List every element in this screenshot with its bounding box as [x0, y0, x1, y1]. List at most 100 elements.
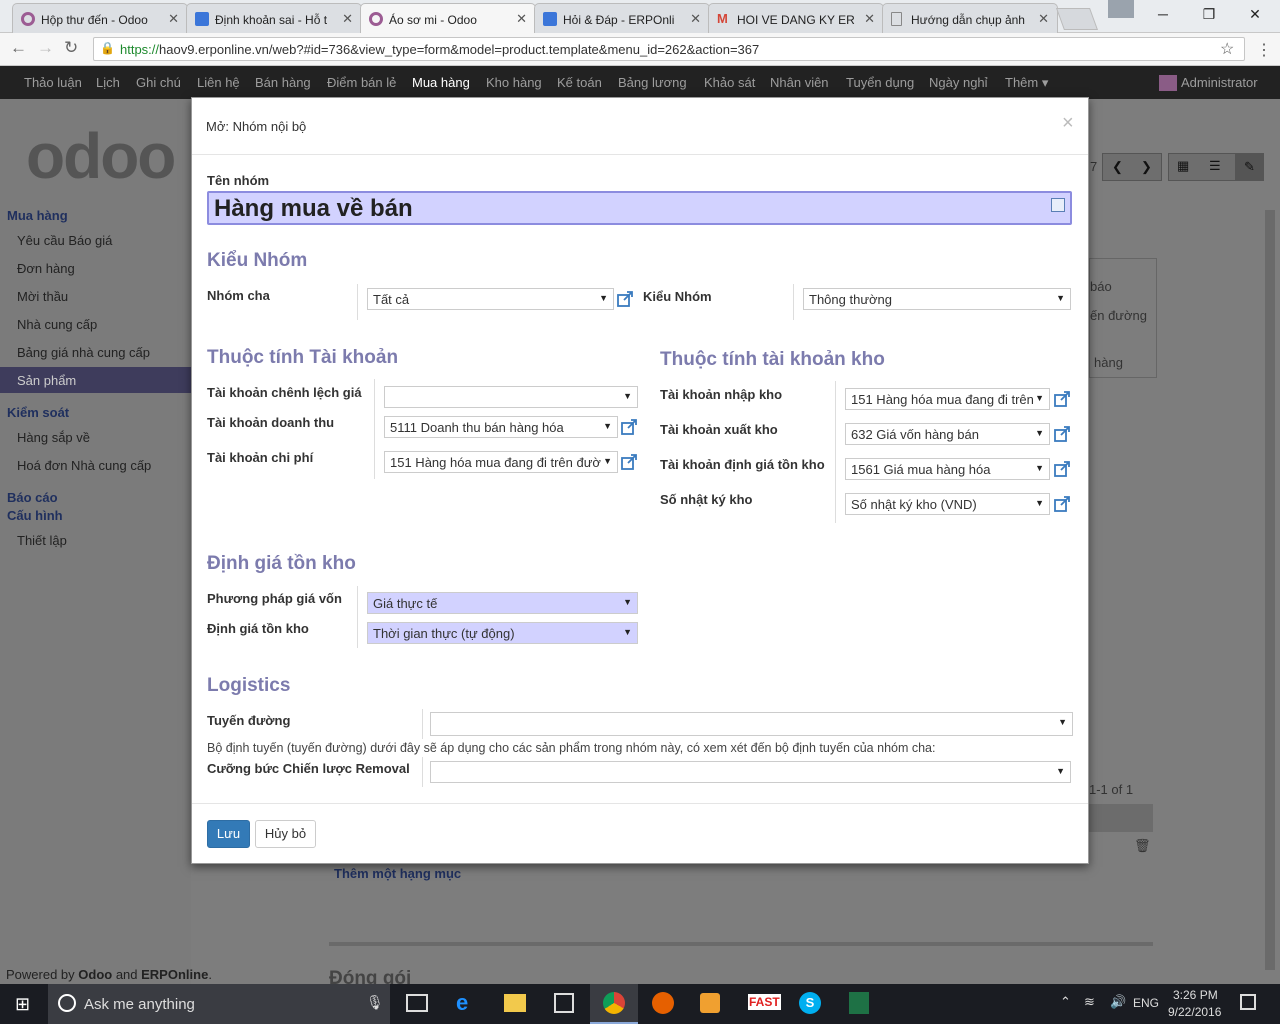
form-view-icon[interactable]: ✎	[1235, 154, 1264, 180]
excel-icon[interactable]	[849, 992, 869, 1014]
browser-tab[interactable]: Định khoản sai - Hỗ t ✕	[186, 3, 362, 33]
user-profile-icon[interactable]	[1108, 0, 1134, 18]
add-line-link[interactable]: Thêm một hạng mục	[334, 866, 461, 881]
sidebar-item[interactable]: Bảng giá nhà cung cấp	[17, 345, 150, 360]
menu-item[interactable]: Liên hệ	[197, 75, 240, 90]
new-tab-button[interactable]	[1055, 8, 1099, 30]
external-link-icon[interactable]	[1053, 495, 1071, 513]
save-button[interactable]: Lưu	[207, 820, 250, 848]
list-view-icon[interactable]: ☰	[1209, 158, 1221, 174]
price-diff-account-select[interactable]: ▼	[384, 386, 638, 408]
file-explorer-icon[interactable]	[504, 994, 526, 1012]
external-link-icon[interactable]	[620, 453, 638, 471]
routes-select[interactable]: ▼	[430, 712, 1073, 736]
edge-icon[interactable]: e	[456, 990, 468, 1016]
expense-account-select[interactable]: 151 Hàng hóa mua đang đi trên đườ ▼	[384, 451, 618, 473]
sidebar-item[interactable]: Hàng sắp về	[17, 430, 90, 445]
sidebar-item[interactable]: Nhà cung cấp	[17, 317, 97, 332]
external-link-icon[interactable]	[1053, 390, 1071, 408]
category-type-select[interactable]: Thông thường ▼	[803, 288, 1071, 310]
menu-item[interactable]: Ghi chú	[136, 75, 181, 90]
menu-item[interactable]: Bán hàng	[255, 75, 311, 90]
external-link-icon[interactable]	[616, 290, 634, 308]
microphone-icon[interactable]: 🎙	[366, 994, 384, 1011]
stock-journal-select[interactable]: Số nhật ký kho (VND) ▼	[845, 493, 1050, 515]
menu-item[interactable]: Kế toán	[557, 75, 602, 90]
store-icon[interactable]	[554, 993, 574, 1013]
menu-item[interactable]: Bảng lương	[618, 75, 687, 90]
odoo-logo[interactable]: odoo	[26, 119, 176, 193]
search-box[interactable]: Ask me anything 🎙	[48, 984, 390, 1024]
clock-time[interactable]: 3:26 PM	[1173, 988, 1218, 1002]
windows-start-icon[interactable]: ⊞	[15, 994, 30, 1015]
pager-next-icon[interactable]: ❯	[1141, 159, 1152, 175]
chrome-taskbar-button[interactable]	[590, 984, 638, 1024]
reload-icon[interactable]: ↻	[64, 38, 78, 58]
task-view-icon[interactable]	[406, 994, 428, 1012]
browser-tab[interactable]: Hỏi & Đáp - ERPOnli ✕	[534, 3, 710, 33]
minimize-icon[interactable]: ─	[1140, 0, 1186, 28]
kanban-view-icon[interactable]: ▦	[1177, 158, 1189, 174]
sidebar-item[interactable]: Đơn hàng	[17, 261, 75, 276]
income-account-select[interactable]: 5111 Doanh thu bán hàng hóa ▼	[384, 416, 618, 438]
name-input[interactable]: Hàng mua về bán	[207, 191, 1072, 225]
sidebar-item[interactable]: Yêu cầu Báo giá	[17, 233, 112, 248]
language-indicator[interactable]: ENG	[1133, 996, 1159, 1010]
menu-item-more[interactable]: Thêm ▾	[1005, 75, 1048, 91]
back-icon[interactable]: ←	[10, 38, 27, 58]
browser-tab[interactable]: Hộp thư đến - Odoo ✕	[12, 3, 188, 33]
firefox-icon[interactable]	[652, 992, 674, 1014]
browser-tab[interactable]: Hướng dẫn chụp ảnh ✕	[882, 3, 1058, 33]
fast-app-icon[interactable]: FAST	[748, 994, 781, 1010]
wifi-icon[interactable]: ≋	[1084, 994, 1095, 1010]
menu-item[interactable]: Nhân viên	[770, 75, 829, 90]
close-icon[interactable]: ×	[1062, 112, 1074, 135]
close-tab-icon[interactable]: ✕	[1038, 11, 1049, 27]
menu-item[interactable]: Tuyển dụng	[846, 75, 914, 90]
browser-tab[interactable]: M HOI VE DANG KY ER ✕	[708, 3, 884, 33]
stock-output-account-select[interactable]: 632 Giá vốn hàng bán ▼	[845, 423, 1050, 445]
maximize-icon[interactable]: ❐	[1186, 0, 1232, 28]
volume-icon[interactable]: 🔊	[1110, 994, 1126, 1010]
pager-prev-icon[interactable]: ❮	[1112, 159, 1123, 175]
sidebar-item[interactable]: Hoá đơn Nhà cung cấp	[17, 458, 151, 473]
close-tab-icon[interactable]: ✕	[864, 11, 875, 27]
tray-chevron-icon[interactable]: ⌃	[1060, 994, 1071, 1010]
close-window-icon[interactable]: ✕	[1232, 0, 1278, 28]
sidebar-item[interactable]: Mời thầu	[17, 289, 68, 304]
browser-tab-active[interactable]: Áo sơ mi - Odoo ✕	[360, 3, 536, 34]
removal-strategy-select[interactable]: ▼	[430, 761, 1071, 783]
forward-icon[interactable]: →	[37, 38, 54, 58]
cost-method-select[interactable]: Giá thực tế ▼	[367, 592, 638, 614]
bookmark-star-icon[interactable]: ☆	[1220, 39, 1234, 59]
sidebar-item[interactable]: Thiết lập	[17, 533, 67, 548]
menu-item[interactable]: Điểm bán lẻ	[327, 75, 396, 90]
stock-valuation-account-select[interactable]: 1561 Giá mua hàng hóa ▼	[845, 458, 1050, 480]
trash-icon[interactable]: 🗑	[1134, 838, 1151, 854]
menu-item[interactable]: Khảo sát	[704, 75, 755, 90]
inventory-valuation-select[interactable]: Thời gian thực (tự động) ▼	[367, 622, 638, 644]
skype-icon[interactable]: S	[799, 992, 821, 1014]
menu-item-active[interactable]: Mua hàng	[412, 75, 470, 90]
stock-input-account-select[interactable]: 151 Hàng hóa mua đang đi trên ▼	[845, 388, 1050, 410]
media-player-icon[interactable]	[700, 993, 720, 1013]
external-link-icon[interactable]	[620, 418, 638, 436]
close-tab-icon[interactable]: ✕	[168, 11, 179, 27]
cancel-button[interactable]: Hủy bỏ	[255, 820, 316, 848]
parent-category-select[interactable]: Tất cả ▼	[367, 288, 614, 310]
scrollbar[interactable]	[1265, 210, 1275, 970]
menu-item[interactable]: Lịch	[96, 75, 120, 90]
menu-item[interactable]: Kho hàng	[486, 75, 542, 90]
close-tab-icon[interactable]: ✕	[690, 11, 701, 27]
external-link-icon[interactable]	[1053, 425, 1071, 443]
chrome-menu-icon[interactable]: ⋮	[1256, 40, 1272, 60]
close-tab-icon[interactable]: ✕	[342, 11, 353, 27]
menu-item[interactable]: Thảo luận	[24, 75, 82, 90]
address-bar[interactable]: 🔒 https://haov9.erponline.vn/web?#id=736…	[93, 37, 1245, 61]
translate-icon[interactable]	[1051, 198, 1065, 212]
sidebar-item-active[interactable]: Sản phẩm	[17, 373, 76, 388]
close-tab-icon[interactable]: ✕	[516, 11, 527, 27]
notifications-icon[interactable]	[1240, 994, 1256, 1010]
clock-date[interactable]: 9/22/2016	[1168, 1005, 1221, 1019]
external-link-icon[interactable]	[1053, 460, 1071, 478]
